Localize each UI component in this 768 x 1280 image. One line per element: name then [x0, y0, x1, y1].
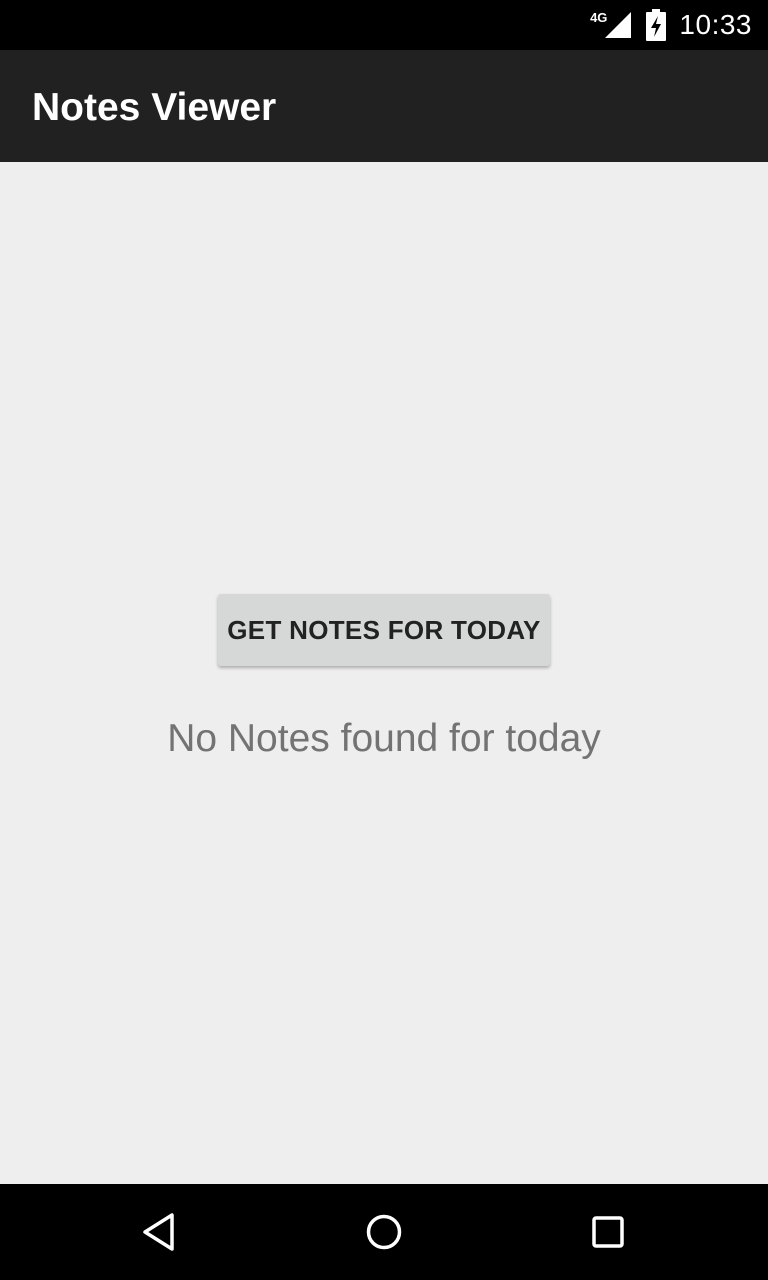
status-indicators: 4G 10:33: [590, 0, 752, 50]
app-bar: Notes Viewer: [0, 50, 768, 162]
back-button[interactable]: [136, 1208, 184, 1256]
status-bar: 4G 10:33: [0, 0, 768, 50]
clock: 10:33: [679, 9, 752, 40]
main-content: GET NOTES FOR TODAY No Notes found for t…: [0, 162, 768, 1184]
network-type-label: 4G: [590, 9, 608, 25]
empty-state-message: No Notes found for today: [167, 717, 601, 760]
home-button[interactable]: [360, 1208, 408, 1256]
navigation-bar: [0, 1184, 768, 1280]
get-notes-button[interactable]: GET NOTES FOR TODAY: [218, 594, 550, 666]
recents-button[interactable]: [584, 1208, 632, 1256]
app-title: Notes Viewer: [32, 86, 277, 129]
recents-icon: [592, 1216, 624, 1248]
back-icon: [143, 1213, 174, 1251]
home-icon: [366, 1214, 402, 1250]
battery-charging-icon: [646, 9, 667, 41]
